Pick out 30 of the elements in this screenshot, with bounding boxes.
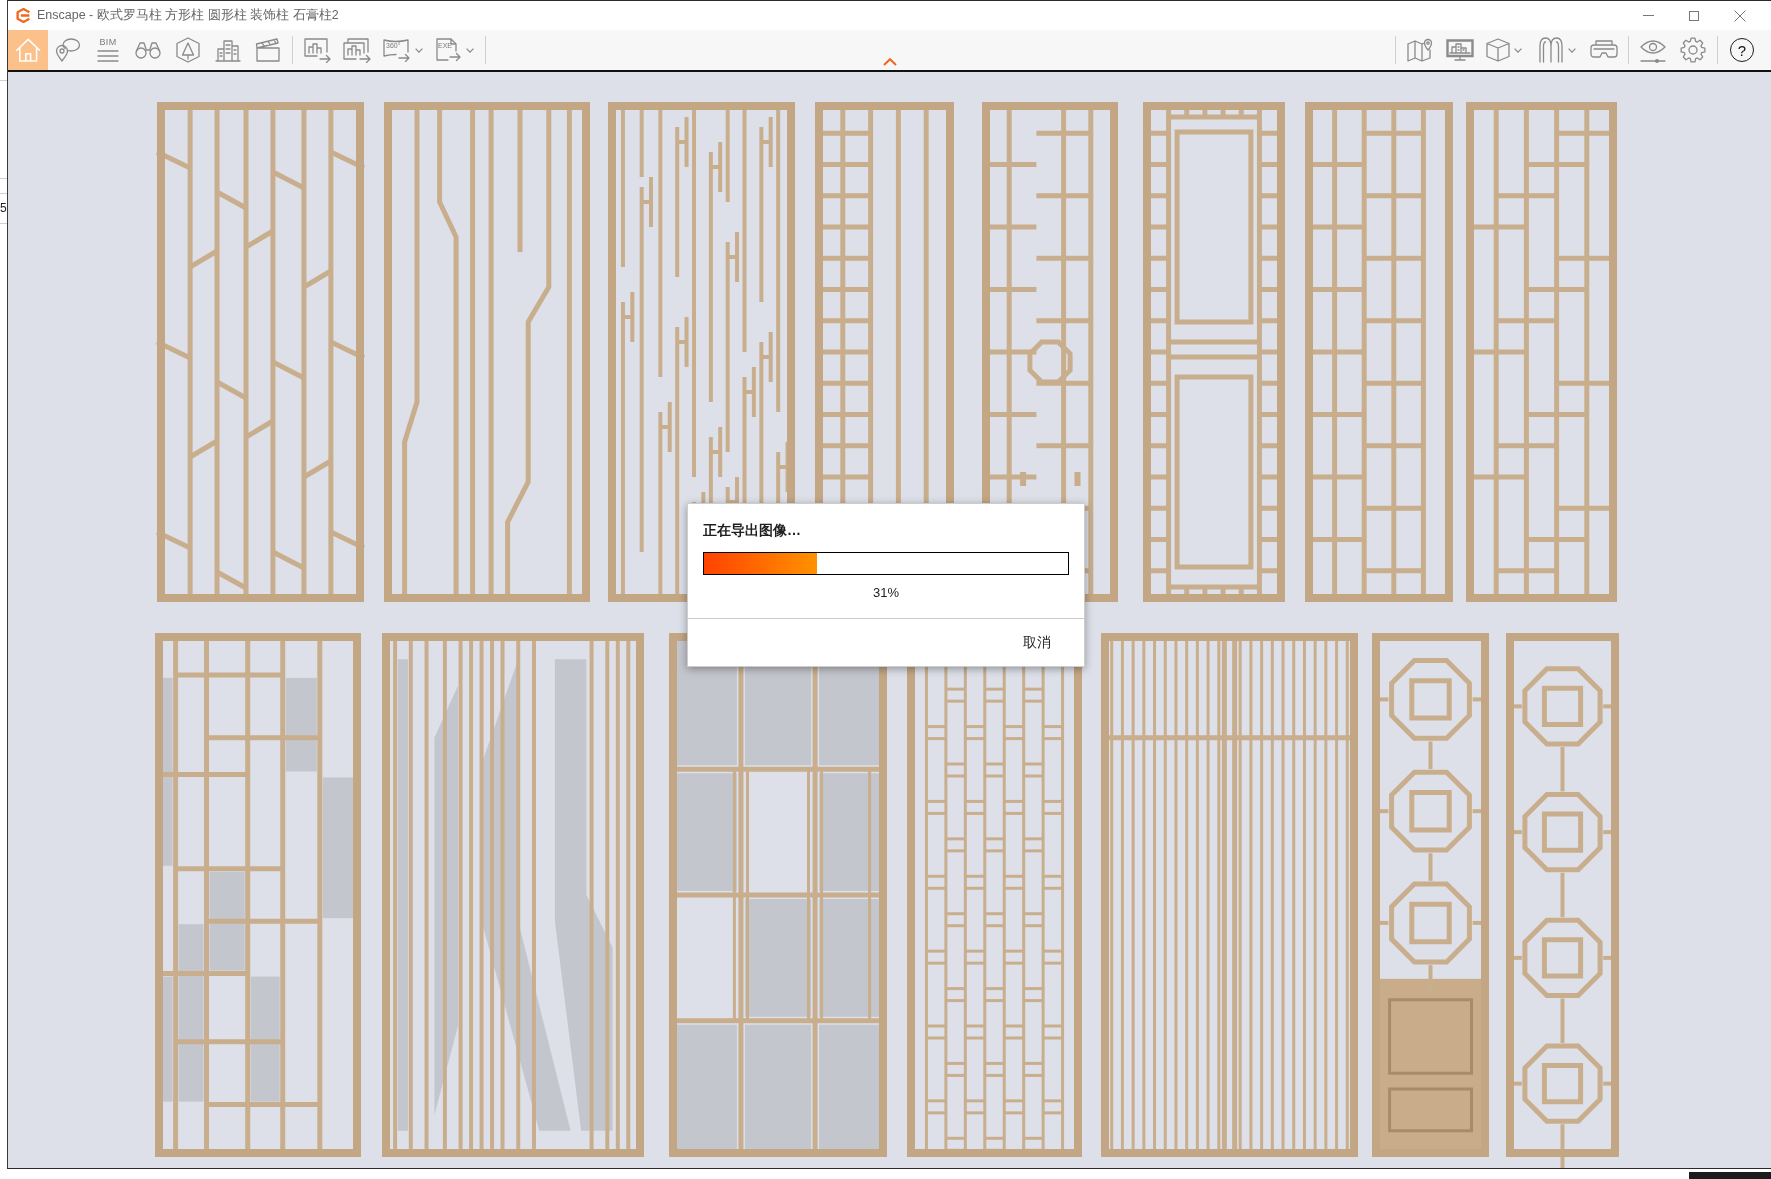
vr-headset-icon: [1590, 39, 1618, 61]
lines-icon: [97, 50, 119, 62]
pin-and-bubble-icon: [55, 38, 81, 62]
window-title: Enscape - 欧式罗马柱 方形柱 圆形柱 装饰柱 石膏柱2: [37, 7, 339, 24]
dialog-title: 正在导出图像…: [703, 521, 802, 539]
arches-icon: [1538, 37, 1564, 63]
image-export-icon: [303, 37, 331, 63]
cut-off-text: 5: [0, 200, 7, 217]
logo-icon: [16, 8, 31, 23]
house-icon: [14, 37, 42, 63]
close-icon: [1734, 9, 1746, 22]
cancel-button[interactable]: 取消: [1015, 629, 1059, 656]
home-button[interactable]: [8, 30, 48, 70]
map-pin-icon: [1407, 38, 1433, 62]
clapperboard-icon: [255, 38, 281, 62]
eye-slider-icon: [1640, 37, 1666, 63]
monitor-buildings-icon: [1446, 39, 1474, 61]
maximize-icon: [1689, 10, 1699, 21]
minimize-icon: [1642, 15, 1654, 16]
bim-button[interactable]: BIM: [88, 30, 128, 70]
collapse-caret-icon[interactable]: [882, 58, 897, 66]
cube-icon: [1486, 38, 1510, 62]
settings-icon: [1680, 37, 1706, 63]
stacked-images-export-icon: [343, 37, 371, 63]
binoculars-icon: [135, 41, 161, 59]
buildings-icon: [215, 38, 241, 62]
document-export-icon: [435, 38, 462, 62]
progress-percent: 31%: [873, 585, 899, 601]
panorama-export-icon: [383, 38, 411, 62]
triangle-hexagon-icon: [176, 37, 200, 63]
